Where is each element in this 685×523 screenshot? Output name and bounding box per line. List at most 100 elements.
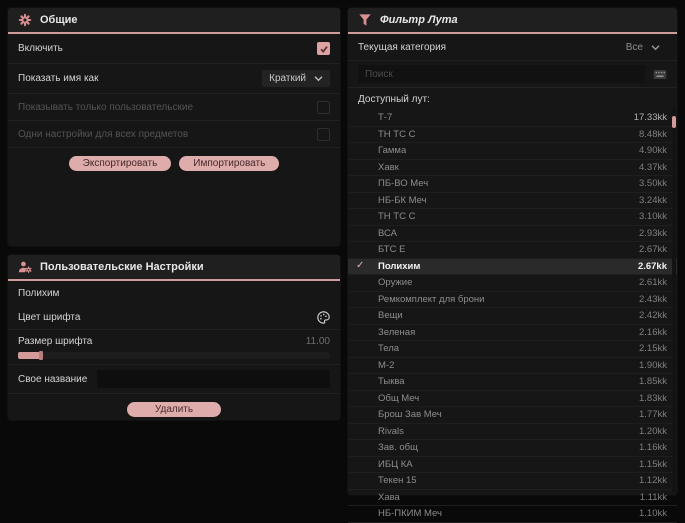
loot-item-name: НБ-ПКИМ Меч bbox=[378, 508, 442, 520]
loot-row[interactable]: ТН ТС С 3.10kk bbox=[348, 209, 677, 226]
loot-item-name: Гамма bbox=[378, 145, 407, 157]
loot-item-value: 1.77kk bbox=[639, 409, 667, 421]
import-button[interactable]: Импортировать bbox=[179, 155, 280, 171]
loot-item-value: 2.67kk bbox=[639, 244, 667, 256]
only-custom-checkbox bbox=[317, 100, 330, 114]
font-size-label: Размер шрифта bbox=[18, 335, 93, 347]
loot-item-name: ТН ТС С bbox=[378, 211, 416, 223]
gear-icon bbox=[18, 13, 32, 27]
loot-row[interactable]: ВСА 2.93kk bbox=[348, 226, 677, 242]
loot-item-name: НБ-БК Меч bbox=[378, 194, 427, 206]
loot-item-value: 2.42kk bbox=[639, 310, 667, 322]
custom-name-row: Свое название bbox=[8, 365, 340, 394]
panel-title: Пользовательские Настройки bbox=[40, 261, 204, 273]
enable-row: Включить bbox=[8, 34, 340, 64]
loot-row[interactable]: Т-7 17.33kk bbox=[348, 110, 677, 127]
loot-row[interactable]: Вещи 2.42kk bbox=[348, 308, 677, 325]
loot-item-name: ТН ТС С bbox=[378, 128, 416, 140]
loot-row[interactable]: НБ-ПКИМ Меч 1.10kk bbox=[348, 506, 677, 523]
search-input[interactable] bbox=[358, 65, 645, 83]
loot-row[interactable]: Rivals 1.20kk bbox=[348, 424, 677, 440]
loot-row[interactable]: Общ Меч 1.83kk bbox=[348, 391, 677, 407]
loot-item-value: 3.50kk bbox=[639, 178, 667, 190]
loot-row[interactable]: Зеленая 2.16kk bbox=[348, 325, 677, 341]
only-custom-label: Показывать только пользовательские bbox=[18, 101, 193, 113]
delete-button[interactable]: Удалить bbox=[126, 401, 222, 417]
loot-row[interactable]: Хава 1.11kk bbox=[348, 490, 677, 506]
loot-row[interactable]: ТН ТС С 8.48kk bbox=[348, 127, 677, 143]
font-color-row: Цвет шрифта bbox=[8, 305, 340, 330]
item-name-label: Полихим bbox=[18, 287, 60, 299]
loot-row[interactable]: Брош Зав Меч 1.77kk bbox=[348, 407, 677, 424]
general-panel-header: Общие bbox=[8, 8, 340, 34]
custom-panel-header: Пользовательские Настройки bbox=[8, 255, 340, 281]
loot-row[interactable]: Хавк 4.37kk bbox=[348, 160, 677, 176]
font-color-label: Цвет шрифта bbox=[18, 311, 81, 323]
loot-item-value: 2.67kk bbox=[637, 260, 667, 272]
filter-panel-header: Фильтр Лута bbox=[348, 8, 677, 34]
show-name-row: Показать имя как Краткий bbox=[8, 64, 340, 94]
chevron-down-icon bbox=[651, 44, 660, 50]
show-name-dropdown[interactable]: Краткий bbox=[262, 70, 330, 87]
loot-item-name: Полихим bbox=[378, 260, 421, 272]
loot-row[interactable]: НБ-БК Меч 3.24kk bbox=[348, 193, 677, 209]
loot-list-scrollbar[interactable] bbox=[672, 108, 676, 492]
search-row bbox=[348, 61, 677, 88]
loot-item-name: М-2 bbox=[378, 359, 395, 371]
only-custom-row: Показывать только пользовательские bbox=[8, 94, 340, 121]
list-header-row: Доступный лут: bbox=[348, 88, 677, 110]
custom-name-input[interactable] bbox=[97, 370, 330, 388]
loot-row[interactable]: Тыква 1.85kk bbox=[348, 374, 677, 391]
loot-row[interactable]: ПБ-ВО Меч 3.50kk bbox=[348, 176, 677, 193]
loot-item-name: Брош Зав Меч bbox=[378, 409, 442, 421]
loot-item-value: 1.20kk bbox=[639, 425, 667, 437]
export-button[interactable]: Экспортировать bbox=[68, 155, 172, 171]
show-name-value: Краткий bbox=[269, 73, 306, 84]
loot-item-value: 4.37kk bbox=[639, 161, 667, 173]
show-name-label: Показать имя как bbox=[18, 73, 99, 84]
scrollbar-thumb[interactable] bbox=[672, 116, 676, 128]
panel-title: Фильтр Лута bbox=[380, 14, 458, 26]
loot-item-name: Оружие bbox=[378, 277, 413, 289]
loot-item-value: 17.33kk bbox=[633, 112, 667, 124]
loot-row[interactable]: Ремкомплект для брони 2.43kk bbox=[348, 292, 677, 308]
loot-item-value: 1.16kk bbox=[639, 442, 667, 454]
category-dropdown[interactable]: Все bbox=[619, 39, 667, 56]
loot-row[interactable]: М-2 1.90kk bbox=[348, 358, 677, 374]
loot-row[interactable]: Оружие 2.61kk bbox=[348, 275, 677, 292]
loot-item-value: 2.16kk bbox=[639, 326, 667, 338]
selected-check-icon: ✓ bbox=[356, 259, 365, 271]
loot-row[interactable]: БТС Е 2.67kk bbox=[348, 242, 677, 259]
keyboard-icon[interactable] bbox=[653, 69, 667, 80]
loot-row[interactable]: Гамма 4.90kk bbox=[348, 143, 677, 160]
loot-item-value: 1.90kk bbox=[639, 359, 667, 371]
loot-row[interactable]: ИБЦ КА 1.15kk bbox=[348, 457, 677, 473]
loot-item-name: Зеленая bbox=[378, 326, 416, 338]
loot-row[interactable]: Зав. общ 1.16kk bbox=[348, 440, 677, 457]
loot-row[interactable]: Текен 15 1.12kk bbox=[348, 473, 677, 490]
loot-item-value: 2.61kk bbox=[639, 277, 667, 289]
slider-handle[interactable] bbox=[39, 351, 43, 360]
loot-item-name: Т-7 bbox=[378, 112, 393, 124]
loot-item-value: 4.90kk bbox=[639, 145, 667, 157]
loot-row[interactable]: ✓ Полихим 2.67kk bbox=[348, 258, 677, 275]
loot-item-name: Rivals bbox=[378, 425, 404, 437]
loot-item-value: 1.83kk bbox=[639, 392, 667, 404]
general-settings-panel: Общие Включить Показать имя как Краткий … bbox=[8, 8, 340, 246]
loot-item-name: БТС Е bbox=[378, 244, 406, 256]
loot-item-value: 1.85kk bbox=[639, 376, 667, 388]
custom-name-label: Свое название bbox=[18, 373, 88, 385]
palette-icon[interactable] bbox=[317, 310, 330, 324]
enable-checkbox[interactable] bbox=[317, 42, 330, 55]
category-value: Все bbox=[625, 41, 643, 53]
loot-item-name: Тела bbox=[378, 343, 400, 355]
loot-item-name: Тыква bbox=[378, 376, 405, 388]
font-size-slider[interactable] bbox=[18, 351, 330, 360]
loot-row[interactable]: Тела 2.15kk bbox=[348, 341, 677, 358]
slider-fill bbox=[18, 352, 40, 359]
loot-item-value: 3.24kk bbox=[639, 194, 667, 206]
loot-item-name: Общ Меч bbox=[378, 392, 420, 404]
delete-row: Удалить bbox=[8, 394, 340, 424]
loot-item-name: Зав. общ bbox=[378, 442, 418, 454]
user-gear-icon bbox=[18, 260, 32, 274]
